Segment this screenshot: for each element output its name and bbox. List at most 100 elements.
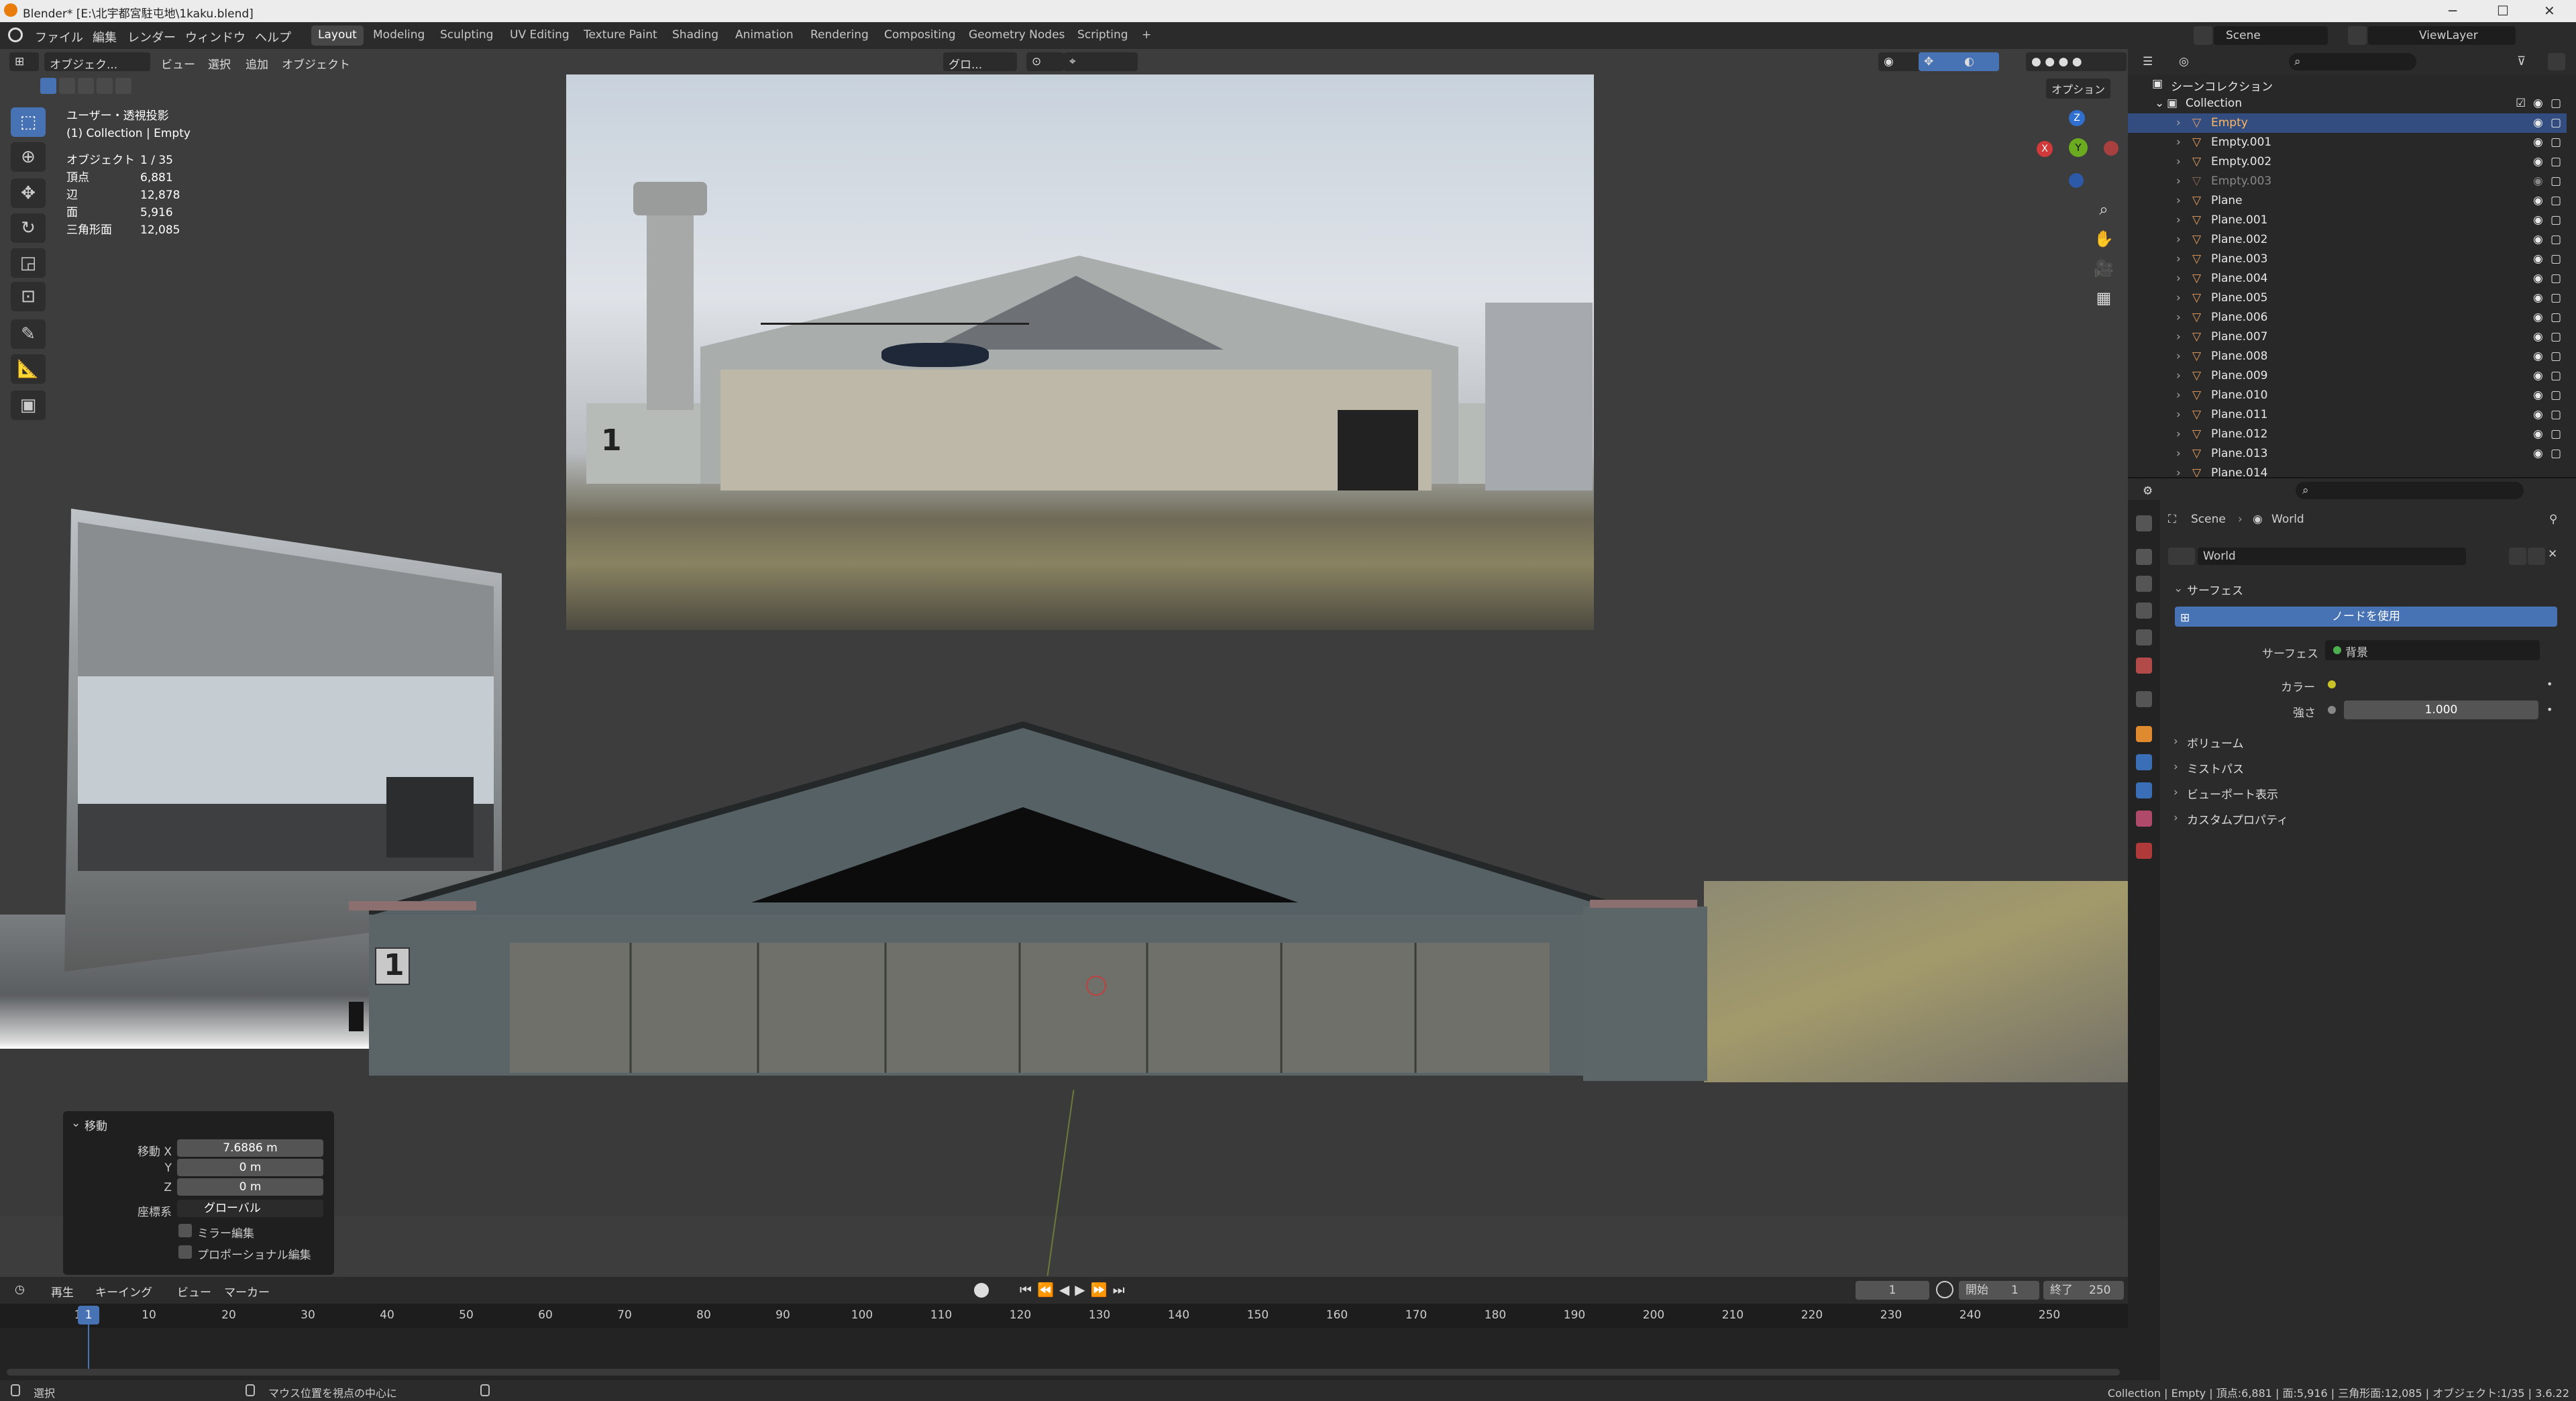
camera-icon[interactable]: ▢	[2551, 136, 2561, 149]
camera-icon[interactable]: ▢	[2551, 252, 2561, 266]
strength-keyframe-icon[interactable]: •	[2546, 703, 2553, 716]
select-intersect-icon[interactable]	[97, 78, 113, 94]
tool-annotate[interactable]: ✎	[11, 319, 46, 349]
add-workspace-button[interactable]: +	[1135, 25, 1158, 46]
tab-rendering[interactable]: Rendering	[804, 25, 875, 46]
gizmo-z-axis[interactable]: Z	[2069, 110, 2085, 126]
timeline-scrollbar[interactable]	[7, 1369, 2120, 1376]
editor-type-button[interactable]: ⊞	[9, 52, 39, 71]
playback-controls[interactable]: ⏮⏪◀▶⏩⏭	[1020, 1282, 1130, 1298]
outliner-item[interactable]: › ▽ Plane.002 ◉ ▢	[2128, 230, 2567, 250]
tab-sculpting[interactable]: Sculpting	[433, 25, 500, 46]
menu-edit[interactable]: 編集	[93, 28, 117, 46]
camera-icon[interactable]: ▢	[2551, 447, 2561, 460]
select-subtract-icon[interactable]	[78, 78, 94, 94]
fake-user-icon[interactable]	[2509, 548, 2526, 565]
close-button[interactable]: ✕	[2544, 3, 2555, 19]
eye-icon[interactable]: ◉	[2533, 213, 2543, 227]
camera-icon[interactable]: ▢	[2551, 311, 2561, 324]
camera-icon[interactable]: ▢	[2551, 174, 2561, 188]
camera-icon[interactable]: ▢	[2551, 369, 2561, 382]
eye-icon[interactable]: ◉	[2533, 136, 2543, 149]
unlink-icon[interactable]: ✕	[2548, 548, 2557, 561]
outliner-root[interactable]: ▣ シーンコレクション	[2128, 74, 2567, 94]
tab-geometry-nodes[interactable]: Geometry Nodes	[962, 25, 1071, 46]
physics-tab-icon[interactable]	[2136, 754, 2152, 770]
section-volume[interactable]: › ボリューム	[2168, 730, 2556, 753]
gizmo-y-axis[interactable]: Y	[2069, 138, 2088, 157]
render-tab-icon[interactable]	[2136, 549, 2152, 565]
world-browse-icon[interactable]	[2168, 548, 2195, 565]
new-collection-icon[interactable]	[2548, 53, 2565, 70]
tab-layout[interactable]: Layout	[311, 25, 364, 46]
camera-icon[interactable]: ▢	[2551, 233, 2561, 246]
camera-icon[interactable]: 🎥	[2090, 254, 2117, 283]
eye-icon[interactable]: ◉	[2533, 330, 2543, 344]
tab-animation[interactable]: Animation	[729, 25, 800, 46]
eye-icon[interactable]: ◉	[2533, 272, 2543, 285]
eye-icon[interactable]: ◉	[2533, 350, 2543, 363]
outliner-item[interactable]: › ▽ Plane.004 ◉ ▢	[2128, 269, 2567, 289]
operator-collapse-icon[interactable]: ⌄	[71, 1117, 80, 1130]
outliner-item[interactable]: › ▽ Plane.012 ◉ ▢	[2128, 425, 2567, 444]
outliner-item[interactable]: › ▽ Plane.009 ◉ ▢	[2128, 366, 2567, 386]
outliner-item[interactable]: › ▽ Plane.003 ◉ ▢	[2128, 250, 2567, 269]
maximize-button[interactable]: ☐	[2497, 3, 2509, 19]
overlay-toggle-button[interactable]: ◐	[1959, 52, 1999, 71]
eye-icon[interactable]: ◉	[2533, 291, 2543, 305]
outliner-collection[interactable]: ⌄ ▣ Collection ☑ ◉ ▢	[2128, 94, 2567, 113]
collection-tab-icon[interactable]	[2136, 691, 2152, 707]
outliner-item[interactable]: › ▽ Plane.010 ◉ ▢	[2128, 386, 2567, 405]
new-world-icon[interactable]	[2528, 548, 2545, 565]
camera-icon[interactable]: ▢	[2551, 427, 2561, 441]
filter-icon[interactable]: ⊽	[2517, 54, 2526, 68]
section-viewport-display[interactable]: › ビューポート表示	[2168, 781, 2556, 804]
scene-tab-icon[interactable]	[2136, 629, 2152, 645]
section-surface[interactable]: ⌄ サーフェス	[2168, 577, 2556, 600]
end-frame-field[interactable]: 終了 250	[2043, 1281, 2124, 1300]
eye-icon[interactable]: ◉	[2533, 408, 2543, 421]
transform-orientation[interactable]: グロ...	[943, 52, 1017, 72]
gizmo-neg-x[interactable]	[2104, 141, 2118, 156]
outliner-item[interactable]: › ▽ Plane.011 ◉ ▢	[2128, 405, 2567, 425]
gizmo-neg-z[interactable]	[2069, 173, 2084, 188]
tool-select-box[interactable]: ⬚	[11, 107, 46, 137]
navigation-gizmo[interactable]: Z Y X	[2033, 107, 2127, 195]
move-y-field[interactable]: 0 m	[177, 1159, 323, 1176]
properties-editor-type[interactable]: ⚙	[2137, 482, 2167, 501]
mode-selector[interactable]: オブジェク...	[44, 52, 150, 72]
use-nodes-button[interactable]: ⊞ ノードを使用	[2175, 607, 2557, 627]
color-keyframe-icon[interactable]: •	[2546, 678, 2553, 690]
camera-icon[interactable]: ▢	[2551, 330, 2561, 344]
camera-icon[interactable]: ▢	[2551, 388, 2561, 402]
camera-icon[interactable]: ▢	[2551, 291, 2561, 305]
pan-hand-icon[interactable]: ✋	[2090, 224, 2117, 254]
current-frame-field[interactable]: 1	[1856, 1281, 1929, 1300]
tab-modeling[interactable]: Modeling	[366, 25, 431, 46]
camera-icon[interactable]: ▢	[2551, 97, 2561, 110]
shading-modes[interactable]: ● ● ● ●	[2026, 52, 2127, 71]
start-frame-field[interactable]: 開始 1	[1959, 1281, 2039, 1300]
eye-icon[interactable]: ◉	[2533, 447, 2543, 460]
eye-icon[interactable]: ◉	[2533, 388, 2543, 402]
tool-scale[interactable]: ◲	[11, 248, 46, 278]
outliner-item[interactable]: › ▽ Plane.006 ◉ ▢	[2128, 308, 2567, 327]
tool-add-cube[interactable]: ▣	[11, 391, 46, 420]
menu-keying[interactable]: キーイング	[95, 1283, 152, 1300]
tab-compositing[interactable]: Compositing	[877, 25, 963, 46]
tab-scripting[interactable]: Scripting	[1071, 25, 1135, 46]
menu-select[interactable]: 選択	[208, 55, 231, 72]
outliner-item[interactable]: › ▽ Plane.007 ◉ ▢	[2128, 327, 2567, 347]
select-new-icon[interactable]	[40, 78, 56, 94]
object-tab-icon[interactable]	[2136, 726, 2152, 742]
eye-icon[interactable]: ◉	[2533, 97, 2543, 110]
eye-icon[interactable]: ◉	[2533, 252, 2543, 266]
outliner-item[interactable]: › ▽ Plane.014	[2128, 464, 2567, 478]
outliner-item[interactable]: › ▽ Plane ◉ ▢	[2128, 191, 2567, 211]
constraints-tab-icon[interactable]	[2136, 782, 2152, 798]
world-name-field[interactable]: World	[2198, 548, 2466, 565]
texture-tab-icon[interactable]	[2136, 843, 2152, 859]
menu-view[interactable]: ビュー	[161, 55, 195, 72]
tool-move[interactable]: ✥	[11, 178, 46, 208]
outliner-item[interactable]: › ▽ Empty.002 ◉ ▢	[2128, 152, 2567, 172]
